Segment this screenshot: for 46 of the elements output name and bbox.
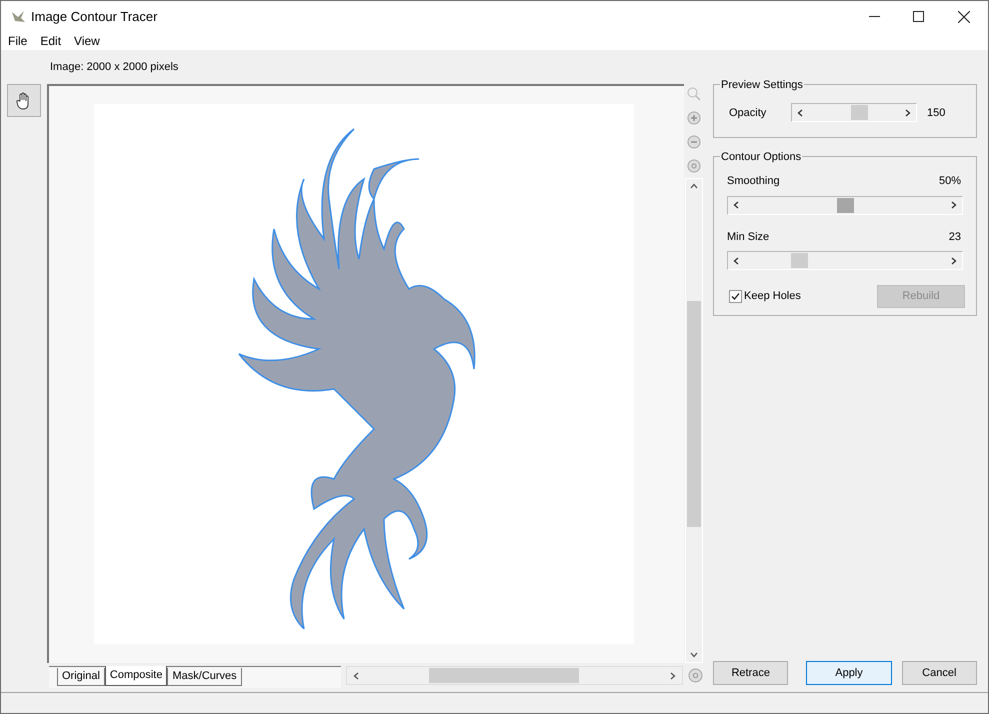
vertical-scrollbar[interactable] xyxy=(685,178,703,663)
checkbox-label[interactable]: Keep Holes xyxy=(744,288,801,305)
window-title: Image Contour Tracer xyxy=(31,8,158,26)
close-icon[interactable] xyxy=(958,10,970,22)
scroll-right-icon[interactable] xyxy=(670,672,676,680)
opacity-value: 150 xyxy=(927,106,946,121)
scroll-thumb[interactable] xyxy=(429,668,579,683)
image-size-label: Image: 2000 x 2000 pixels xyxy=(50,60,178,75)
slider-value: 23 xyxy=(948,230,961,244)
scroll-right-icon[interactable] xyxy=(951,201,957,209)
keep-holes-checkbox[interactable] xyxy=(729,290,742,303)
slider-value: 50% xyxy=(938,174,961,189)
dialog-button[interactable]: Retrace xyxy=(713,661,788,685)
view-tab[interactable]: Composite xyxy=(104,666,168,686)
slider-label: Min Size xyxy=(727,230,770,244)
menu-item[interactable]: File xyxy=(8,32,28,50)
slider-label: Smoothing xyxy=(727,174,780,189)
group-title: Preview Settings xyxy=(720,77,804,94)
scroll-left-icon[interactable] xyxy=(733,201,739,209)
scroll-up-icon[interactable] xyxy=(690,183,698,189)
scroll-left-icon[interactable] xyxy=(353,672,359,680)
zoom-in-icon[interactable] xyxy=(687,111,701,125)
scroll-down-icon[interactable] xyxy=(690,652,698,658)
slider-thumb[interactable] xyxy=(836,198,854,212)
opacity-label: Opacity xyxy=(729,106,768,121)
group-title: Contour Options xyxy=(720,149,802,166)
dialog-button[interactable]: Apply xyxy=(806,661,892,685)
scroll-right-icon[interactable] xyxy=(905,108,911,116)
menu-item[interactable]: View xyxy=(74,32,100,50)
scroll-thumb[interactable] xyxy=(687,301,701,527)
menu-item[interactable]: Edit xyxy=(40,32,62,50)
slider[interactable] xyxy=(727,251,963,270)
slider[interactable] xyxy=(791,103,917,122)
maximize-icon[interactable] xyxy=(913,11,924,22)
scroll-left-icon[interactable] xyxy=(797,108,803,116)
scroll-right-icon[interactable] xyxy=(951,256,957,264)
zoom-out-icon[interactable] xyxy=(687,135,701,149)
slider-thumb[interactable] xyxy=(850,105,868,120)
dialog-button[interactable]: Cancel xyxy=(902,661,977,685)
view-tab[interactable]: Original xyxy=(57,668,105,686)
hand-tool-button[interactable] xyxy=(7,84,41,117)
slider-thumb[interactable] xyxy=(790,253,808,268)
slider[interactable] xyxy=(727,196,963,214)
view-tab[interactable]: Mask/Curves xyxy=(167,668,242,686)
horizontal-scrollbar[interactable] xyxy=(346,666,683,685)
scroll-left-icon[interactable] xyxy=(733,256,739,264)
